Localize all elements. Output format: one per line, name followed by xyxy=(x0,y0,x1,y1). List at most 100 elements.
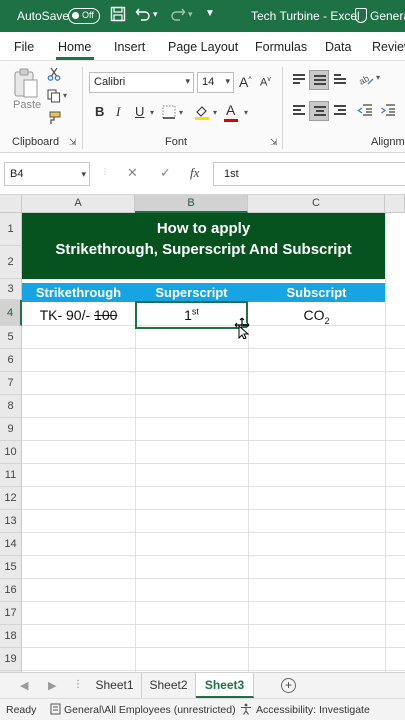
row-header-3[interactable]: 3 xyxy=(0,279,22,300)
chevron-down-icon: ▾ xyxy=(185,76,190,86)
grid-line xyxy=(22,647,405,648)
fill-color-dropdown-icon[interactable]: ▾ xyxy=(213,108,217,117)
more-options-icon[interactable]: ⋮ xyxy=(101,167,109,176)
borders-icon[interactable] xyxy=(162,105,176,122)
cut-icon[interactable] xyxy=(47,67,61,84)
redo-dropdown-icon[interactable]: ▾ xyxy=(188,9,193,20)
row-header-2[interactable]: 2 xyxy=(0,246,22,279)
grow-font-icon[interactable]: A^ xyxy=(239,74,252,90)
bold-button[interactable]: B xyxy=(95,104,104,119)
autosave-toggle[interactable]: Off xyxy=(68,8,100,24)
customize-toolbar-icon[interactable]: ▼ xyxy=(205,8,215,19)
grid-line xyxy=(385,213,386,672)
sensitivity-label[interactable]: General xyxy=(370,9,405,23)
tab-insert[interactable]: Insert xyxy=(114,40,145,54)
sheet-tab-sheet1[interactable]: Sheet1 xyxy=(88,673,142,698)
fill-color-icon[interactable] xyxy=(194,104,210,123)
undo-icon[interactable] xyxy=(135,6,151,25)
status-accessibility[interactable]: Accessibility: Investigate xyxy=(256,704,370,716)
tab-file[interactable]: File xyxy=(14,40,34,54)
font-color-dropdown-icon[interactable]: ▾ xyxy=(244,108,248,117)
align-bottom-button[interactable] xyxy=(330,70,350,90)
orientation-icon[interactable]: ab xyxy=(357,71,374,90)
row-header-6[interactable]: 6 xyxy=(0,349,22,372)
shrink-font-icon[interactable]: Av xyxy=(260,76,271,89)
more-sheets-icon[interactable]: ⋮ xyxy=(73,679,83,690)
row-header-4[interactable]: 4 xyxy=(0,300,22,326)
clipboard-launcher-icon[interactable]: ⇲ xyxy=(69,137,77,148)
select-all-corner[interactable] xyxy=(0,195,22,213)
paste-label[interactable]: Paste xyxy=(13,99,41,111)
active-tab-underline xyxy=(56,57,94,60)
format-painter-icon[interactable] xyxy=(47,111,61,128)
tab-home[interactable]: Home xyxy=(58,40,91,54)
cell-a4[interactable]: TK- 90/- 100 xyxy=(22,302,135,328)
borders-dropdown-icon[interactable]: ▾ xyxy=(179,108,183,117)
next-sheet-icon[interactable]: ▶ xyxy=(48,679,56,692)
copy-dropdown-icon[interactable]: ▾ xyxy=(63,91,67,100)
font-color-icon[interactable]: A xyxy=(226,102,235,118)
name-box[interactable]: B4 ▾ xyxy=(4,162,90,186)
sheet-tab-sheet2[interactable]: Sheet2 xyxy=(142,673,196,698)
column-header-a[interactable]: A xyxy=(22,195,135,213)
sheet-tab-sheet3[interactable]: Sheet3 xyxy=(196,673,254,698)
tab-data[interactable]: Data xyxy=(325,40,351,54)
copy-icon[interactable] xyxy=(47,89,61,106)
row-header-15[interactable]: 15 xyxy=(0,556,22,579)
tab-formulas[interactable]: Formulas xyxy=(255,40,307,54)
row-header-5[interactable]: 5 xyxy=(0,326,22,349)
column-header-b[interactable]: B xyxy=(135,195,248,213)
row-header-1[interactable]: 1 xyxy=(0,213,22,246)
status-sensitivity[interactable]: General\All Employees (unrestricted) xyxy=(64,704,236,716)
spreadsheet-grid[interactable]: A B C 1234567891011121314151617181920 Ho… xyxy=(0,195,405,694)
header-cell-strikethrough[interactable]: Strikethrough xyxy=(22,283,135,302)
row-header-14[interactable]: 14 xyxy=(0,533,22,556)
font-name-select[interactable]: Calibri ▾ xyxy=(89,72,194,93)
column-header-c[interactable]: C xyxy=(248,195,385,213)
align-left-button[interactable] xyxy=(289,101,309,121)
prev-sheet-icon[interactable]: ◀ xyxy=(20,679,28,692)
row-header-18[interactable]: 18 xyxy=(0,625,22,648)
tab-review[interactable]: Review xyxy=(372,40,405,54)
formula-input[interactable]: 1st xyxy=(213,162,405,186)
cell-c4[interactable]: CO2 xyxy=(248,302,385,328)
title-banner[interactable]: How to apply Strikethrough, Superscript … xyxy=(22,213,385,279)
enter-icon[interactable]: ✓ xyxy=(160,165,171,181)
tab-page-layout[interactable]: Page Layout xyxy=(168,40,238,54)
align-middle-button[interactable] xyxy=(309,70,329,90)
font-size-select[interactable]: 14 ▾ xyxy=(197,72,234,93)
active-cell-border xyxy=(135,301,248,329)
row-header-19[interactable]: 19 xyxy=(0,648,22,671)
row-header-16[interactable]: 16 xyxy=(0,579,22,602)
decrease-indent-icon[interactable] xyxy=(357,103,373,120)
status-bar: Ready General\All Employees (unrestricte… xyxy=(0,698,405,720)
align-center-button[interactable] xyxy=(309,101,329,121)
insert-function-icon[interactable]: fx xyxy=(190,165,199,181)
row-header-13[interactable]: 13 xyxy=(0,510,22,533)
redo-icon[interactable] xyxy=(170,6,186,25)
row-header-11[interactable]: 11 xyxy=(0,464,22,487)
orientation-dropdown-icon[interactable]: ▾ xyxy=(376,73,380,82)
row-header-8[interactable]: 8 xyxy=(0,395,22,418)
row-header-17[interactable]: 17 xyxy=(0,602,22,625)
font-launcher-icon[interactable]: ⇲ xyxy=(270,137,278,148)
save-icon[interactable] xyxy=(110,6,126,25)
banner-line-1: How to apply xyxy=(156,220,251,237)
underline-button[interactable]: U xyxy=(135,104,144,119)
header-cell-superscript[interactable]: Superscript xyxy=(135,283,248,302)
header-cell-subscript[interactable]: Subscript xyxy=(248,283,385,302)
row-header-10[interactable]: 10 xyxy=(0,441,22,464)
align-top-button[interactable] xyxy=(289,70,309,90)
row-header-9[interactable]: 9 xyxy=(0,418,22,441)
column-header-d[interactable] xyxy=(385,195,405,213)
row-header-7[interactable]: 7 xyxy=(0,372,22,395)
row-header-12[interactable]: 12 xyxy=(0,487,22,510)
italic-button[interactable]: I xyxy=(116,104,120,120)
underline-dropdown-icon[interactable]: ▾ xyxy=(150,108,154,117)
undo-dropdown-icon[interactable]: ▾ xyxy=(153,9,158,20)
add-sheet-icon[interactable]: + xyxy=(281,678,296,693)
align-right-button[interactable] xyxy=(330,101,350,121)
paste-icon[interactable] xyxy=(12,67,40,99)
cancel-icon[interactable]: ✕ xyxy=(127,165,138,181)
increase-indent-icon[interactable] xyxy=(380,103,396,120)
